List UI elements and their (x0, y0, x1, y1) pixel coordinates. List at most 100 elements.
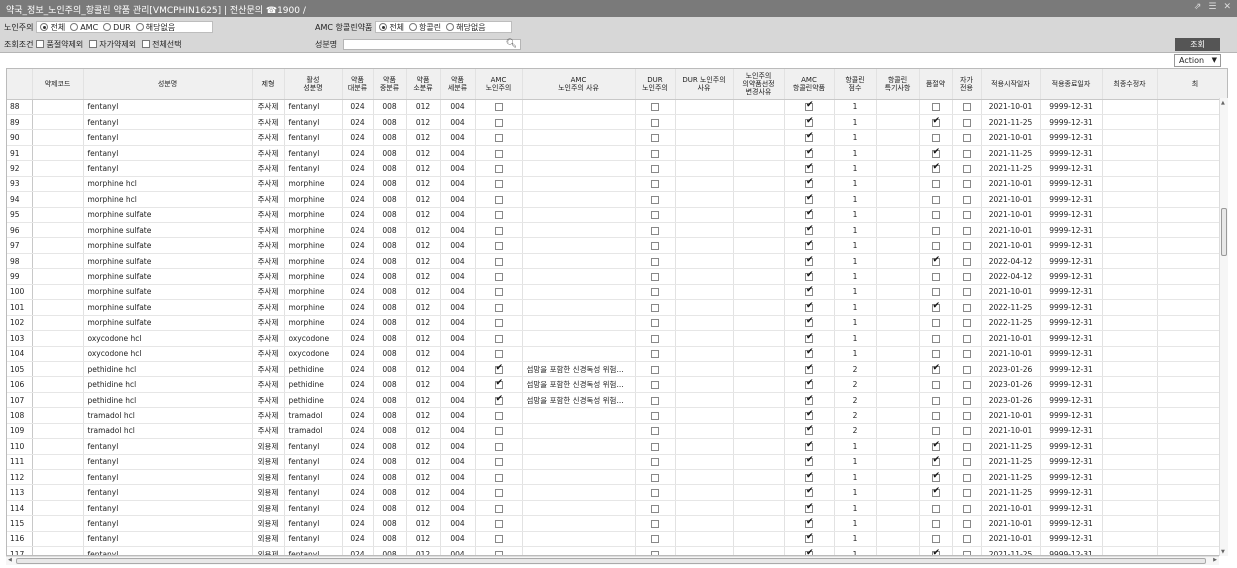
sold-out-cell[interactable] (919, 438, 953, 455)
major-category[interactable]: 024 (342, 346, 374, 362)
self-only-cell[interactable] (952, 330, 982, 347)
start-date[interactable]: 2022-04-12 (981, 268, 1041, 285)
dur-elderly-reason[interactable] (675, 407, 734, 424)
checked-checkbox-icon[interactable] (931, 301, 940, 312)
anticholinergic-score[interactable]: 1 (834, 253, 877, 270)
sub-category[interactable]: 004 (440, 176, 476, 193)
amc-anticholinergic-cell[interactable] (784, 546, 835, 555)
sub-category[interactable]: 004 (440, 268, 476, 285)
change-reason[interactable] (733, 346, 785, 362)
change-reason[interactable] (733, 376, 785, 393)
last-modifier[interactable] (1102, 191, 1158, 208)
amc-anticholinergic-cell[interactable] (784, 407, 835, 424)
last-modifier[interactable] (1102, 361, 1158, 378)
end-date[interactable]: 9999-12-31 (1040, 423, 1103, 440)
minor-category[interactable]: 012 (406, 284, 441, 301)
amc-elderly-reason[interactable] (522, 191, 636, 208)
checked-checkbox-icon[interactable] (931, 162, 940, 173)
start-date[interactable]: 2021-11-25 (981, 454, 1041, 471)
end-date[interactable]: 9999-12-31 (1040, 99, 1103, 115)
checkbox-icon[interactable] (962, 288, 971, 297)
anticholinergic-score[interactable]: 1 (834, 99, 877, 115)
sold-out-cell[interactable] (919, 423, 953, 440)
sold-out-cell[interactable] (919, 315, 953, 332)
major-category[interactable]: 024 (342, 129, 374, 146)
sold-out-cell[interactable] (919, 99, 953, 115)
table-row[interactable]: 106 pethidine hcl 주사제 pethidine 024 008 012 004… (7, 376, 1227, 393)
amc-anticholinergic-cell[interactable] (784, 531, 835, 548)
drug-code[interactable] (32, 376, 84, 393)
major-category[interactable]: 024 (342, 160, 374, 177)
table-row[interactable]: 101 morphine sulfate 주사제 morphine 024 008 012 0… (7, 299, 1227, 316)
start-date[interactable]: 2021-10-01 (981, 222, 1041, 239)
ingredient-name[interactable]: morphine sulfate (83, 253, 253, 270)
checkbox-icon[interactable] (494, 103, 503, 112)
mid-category[interactable]: 008 (373, 160, 407, 177)
active-ingredient[interactable]: fentanyl (284, 515, 343, 532)
checkbox-icon[interactable] (962, 334, 971, 343)
start-date[interactable]: 2022-04-12 (981, 253, 1041, 270)
ingredient-name[interactable]: fentanyl (83, 129, 253, 146)
sub-category[interactable]: 004 (440, 392, 476, 409)
table-row[interactable]: 113fentanyl외용제fentanyl02400801200412021-… (7, 484, 1227, 501)
amc-anticholinergic-cell[interactable] (784, 145, 835, 162)
drug-code[interactable] (32, 253, 84, 270)
active-ingredient[interactable]: morphine (284, 253, 343, 270)
amc-anticholinergic-cell[interactable] (784, 299, 835, 316)
minor-category[interactable]: 012 (406, 160, 441, 177)
anticholinergic-note[interactable] (876, 176, 920, 193)
ingredient-name[interactable]: fentanyl (83, 438, 253, 455)
dur-elderly-cell[interactable] (635, 268, 676, 285)
dosage-form[interactable]: 주사제 (252, 346, 285, 362)
checkbox-icon[interactable] (962, 164, 971, 173)
start-date[interactable]: 2021-10-01 (981, 531, 1041, 548)
amc-elderly-cell[interactable] (475, 99, 523, 115)
start-date[interactable]: 2021-10-01 (981, 423, 1041, 440)
last-modifier[interactable] (1102, 237, 1158, 254)
checkbox-icon[interactable] (931, 520, 940, 529)
checked-checkbox-icon[interactable] (931, 486, 940, 498)
major-category[interactable]: 024 (342, 392, 374, 409)
change-reason[interactable] (733, 361, 785, 378)
checked-checkbox-icon[interactable] (931, 440, 940, 451)
anticholinergic-note[interactable] (876, 515, 920, 532)
start-date[interactable]: 2021-10-01 (981, 129, 1041, 146)
anticholinergic-note[interactable] (876, 315, 920, 332)
dosage-form[interactable]: 주사제 (252, 315, 285, 332)
major-category[interactable]: 024 (342, 454, 374, 471)
anticholinergic-score[interactable]: 1 (834, 438, 877, 455)
end-date[interactable]: 9999-12-31 (1040, 315, 1103, 332)
major-category[interactable]: 024 (342, 207, 374, 224)
checkbox-icon[interactable] (651, 411, 659, 420)
checkbox-icon[interactable] (931, 411, 940, 420)
dur-elderly-cell[interactable] (635, 469, 676, 486)
anticholinergic-note[interactable] (876, 222, 920, 239)
anticholinergic-score[interactable]: 1 (834, 284, 877, 301)
radio-elderly-dur[interactable]: DUR (103, 23, 131, 32)
column-header[interactable]: 품절약 (919, 69, 953, 100)
active-ingredient[interactable]: morphine (284, 299, 343, 316)
sub-category[interactable]: 004 (440, 99, 476, 115)
sold-out-cell[interactable] (919, 222, 953, 239)
dur-elderly-cell[interactable] (635, 99, 676, 115)
column-header[interactable]: AMC 항콜린약품 (784, 69, 835, 100)
change-reason[interactable] (733, 253, 785, 270)
action-dropdown[interactable]: Action ▼ (1174, 54, 1221, 67)
checkbox-icon[interactable] (962, 211, 971, 220)
sold-out-cell[interactable] (919, 237, 953, 254)
checkbox-icon[interactable] (494, 504, 503, 513)
sold-out-cell[interactable] (919, 284, 953, 301)
ingredient-name[interactable]: fentanyl (83, 469, 253, 486)
table-row[interactable]: 99 morphine sulfate 주사제 morphine 024 008 012 00… (7, 268, 1227, 285)
drug-code[interactable] (32, 315, 84, 332)
active-ingredient[interactable]: fentanyl (284, 145, 343, 162)
scroll-down-icon[interactable]: ▼ (1221, 549, 1225, 555)
end-date[interactable]: 9999-12-31 (1040, 531, 1103, 548)
checkbox-icon[interactable] (494, 242, 503, 251)
anticholinergic-score[interactable]: 1 (834, 469, 877, 486)
checkbox-icon[interactable] (494, 520, 503, 529)
drug-code[interactable] (32, 361, 84, 378)
mid-category[interactable]: 008 (373, 299, 407, 316)
start-date[interactable]: 2021-10-01 (981, 99, 1041, 115)
anticholinergic-score[interactable]: 1 (834, 207, 877, 224)
